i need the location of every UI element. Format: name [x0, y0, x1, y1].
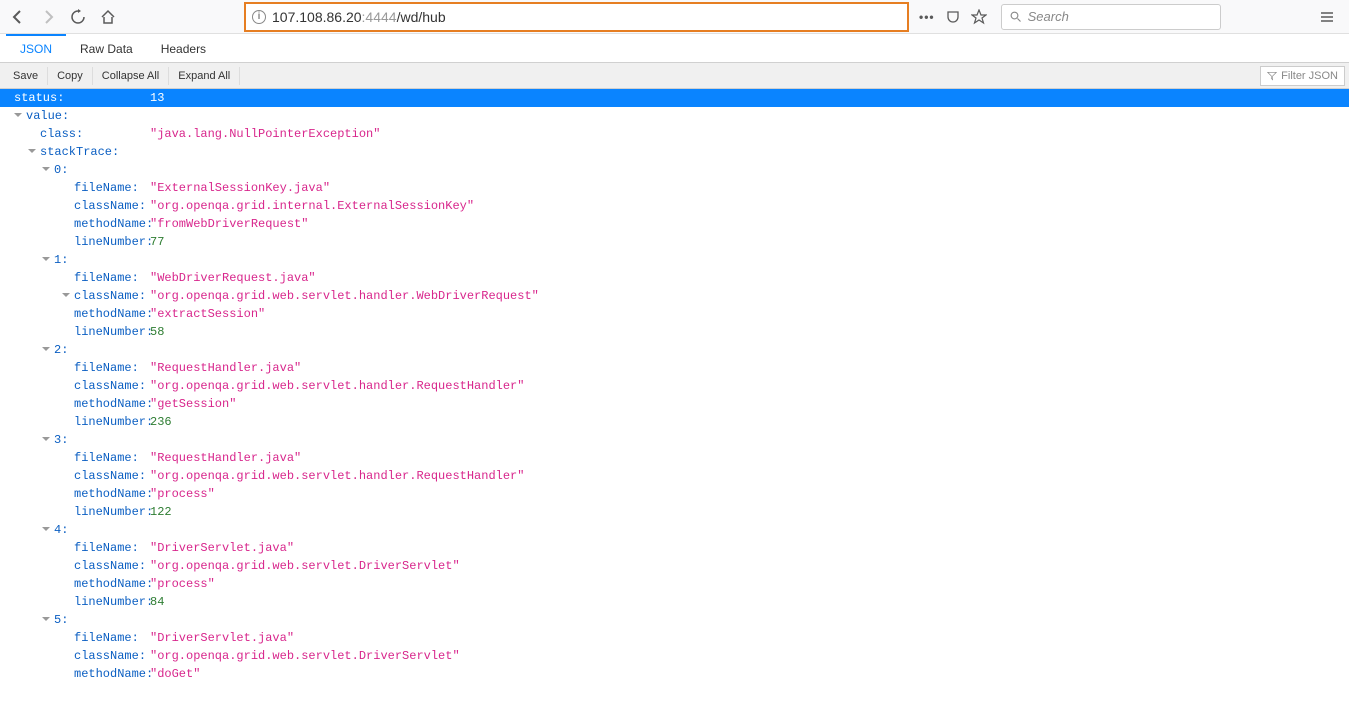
json-value: 77 — [150, 233, 164, 251]
expand-toggle-icon[interactable] — [42, 611, 52, 621]
json-value: "process" — [150, 575, 215, 593]
search-box[interactable]: Search — [1001, 4, 1221, 30]
json-row-field[interactable]: fileName "DriverServlet.java" — [0, 629, 1349, 647]
home-button[interactable] — [94, 3, 122, 31]
json-row-field[interactable]: className "org.openqa.grid.internal.Exte… — [0, 197, 1349, 215]
json-row-array-index[interactable]: 4 — [0, 521, 1349, 539]
json-value: "org.openqa.grid.web.servlet.handler.Req… — [150, 377, 524, 395]
expand-toggle-icon[interactable] — [42, 341, 52, 351]
view-tabs: JSON Raw Data Headers — [0, 34, 1349, 63]
json-value: 58 — [150, 323, 164, 341]
json-value: "org.openqa.grid.web.servlet.DriverServl… — [150, 647, 460, 665]
json-row-field[interactable]: lineNumber 58 — [0, 323, 1349, 341]
json-row-array-index[interactable]: 0 — [0, 161, 1349, 179]
json-row-field[interactable]: methodName "getSession" — [0, 395, 1349, 413]
expand-toggle-icon[interactable] — [42, 251, 52, 261]
json-value: "java.lang.NullPointerException" — [150, 125, 380, 143]
json-row-status[interactable]: status 13 — [0, 89, 1349, 107]
json-value: "process" — [150, 485, 215, 503]
save-button[interactable]: Save — [4, 67, 48, 85]
json-value: "DriverServlet.java" — [150, 629, 294, 647]
json-value: "RequestHandler.java" — [150, 449, 301, 467]
json-row-field[interactable]: fileName "RequestHandler.java" — [0, 449, 1349, 467]
json-row-class[interactable]: class "java.lang.NullPointerException" — [0, 125, 1349, 143]
bookmark-star-icon[interactable] — [971, 9, 987, 25]
json-row-field[interactable]: methodName "process" — [0, 575, 1349, 593]
json-value: "ExternalSessionKey.java" — [150, 179, 330, 197]
json-row-field[interactable]: className "org.openqa.grid.web.servlet.h… — [0, 377, 1349, 395]
expand-toggle-icon[interactable] — [14, 107, 24, 117]
expand-toggle-icon[interactable] — [28, 143, 38, 153]
json-value: 122 — [150, 503, 172, 521]
json-value: "fromWebDriverRequest" — [150, 215, 308, 233]
json-value: "org.openqa.grid.web.servlet.handler.Web… — [150, 287, 539, 305]
json-row-field[interactable]: methodName "fromWebDriverRequest" — [0, 215, 1349, 233]
json-row-field[interactable]: className "org.openqa.grid.web.servlet.h… — [0, 467, 1349, 485]
collapse-all-button[interactable]: Collapse All — [93, 67, 169, 85]
json-row-field[interactable]: className "org.openqa.grid.web.servlet.D… — [0, 647, 1349, 665]
json-row-field[interactable]: className "org.openqa.grid.web.servlet.D… — [0, 557, 1349, 575]
expand-toggle-icon[interactable] — [42, 161, 52, 171]
menu-button[interactable] — [1313, 3, 1341, 31]
tab-headers[interactable]: Headers — [147, 34, 220, 62]
json-value: "getSession" — [150, 395, 236, 413]
filter-json-input[interactable]: Filter JSON — [1260, 66, 1345, 86]
json-row-field[interactable]: lineNumber 84 — [0, 593, 1349, 611]
json-value: "doGet" — [150, 665, 200, 683]
json-row-array-index[interactable]: 2 — [0, 341, 1349, 359]
reload-button[interactable] — [64, 3, 92, 31]
json-value: "org.openqa.grid.web.servlet.DriverServl… — [150, 557, 460, 575]
search-icon — [1010, 11, 1022, 23]
expand-toggle-icon[interactable] — [42, 521, 52, 531]
expand-all-button[interactable]: Expand All — [169, 67, 240, 85]
json-value: "DriverServlet.java" — [150, 539, 294, 557]
json-row-value[interactable]: value — [0, 107, 1349, 125]
json-value: "RequestHandler.java" — [150, 359, 301, 377]
json-row-field[interactable]: lineNumber 236 — [0, 413, 1349, 431]
json-row-field[interactable]: methodName "process" — [0, 485, 1349, 503]
expand-toggle-icon[interactable] — [42, 431, 52, 441]
filter-placeholder: Filter JSON — [1281, 70, 1338, 82]
page-actions-icon[interactable]: ••• — [919, 10, 935, 24]
back-button[interactable] — [4, 3, 32, 31]
expand-toggle-icon[interactable] — [62, 287, 72, 297]
json-row-array-index[interactable]: 5 — [0, 611, 1349, 629]
json-row-array-index[interactable]: 1 — [0, 251, 1349, 269]
json-row-field[interactable]: methodName "extractSession" — [0, 305, 1349, 323]
reader-shield-icon[interactable] — [945, 9, 961, 25]
json-value: "org.openqa.grid.internal.ExternalSessio… — [150, 197, 474, 215]
json-row-field[interactable]: fileName "ExternalSessionKey.java" — [0, 179, 1349, 197]
json-value: 13 — [150, 89, 164, 107]
json-value: "org.openqa.grid.web.servlet.handler.Req… — [150, 467, 524, 485]
json-row-field[interactable]: fileName "WebDriverRequest.java" — [0, 269, 1349, 287]
info-icon[interactable]: i — [252, 10, 266, 24]
json-row-stacktrace[interactable]: stackTrace — [0, 143, 1349, 161]
json-row-field[interactable]: className "org.openqa.grid.web.servlet.h… — [0, 287, 1349, 305]
json-value: "WebDriverRequest.java" — [150, 269, 316, 287]
json-action-bar: Save Copy Collapse All Expand All Filter… — [0, 63, 1349, 89]
search-placeholder: Search — [1028, 9, 1069, 24]
json-value: 236 — [150, 413, 172, 431]
json-row-field[interactable]: lineNumber 122 — [0, 503, 1349, 521]
json-tree: status 13 value class "java.lang.NullPoi… — [0, 89, 1349, 691]
nav-toolbar: i 107.108.86.20:4444/wd/hub ••• Search — [0, 0, 1349, 34]
json-value: "extractSession" — [150, 305, 265, 323]
json-row-field[interactable]: fileName "RequestHandler.java" — [0, 359, 1349, 377]
tab-raw-data[interactable]: Raw Data — [66, 34, 147, 62]
tab-json[interactable]: JSON — [6, 34, 66, 62]
json-row-field[interactable]: lineNumber 77 — [0, 233, 1349, 251]
filter-icon — [1267, 71, 1277, 81]
json-row-field[interactable]: fileName "DriverServlet.java" — [0, 539, 1349, 557]
json-value: 84 — [150, 593, 164, 611]
copy-button[interactable]: Copy — [48, 67, 93, 85]
json-row-field[interactable]: methodName "doGet" — [0, 665, 1349, 683]
forward-button — [34, 3, 62, 31]
url-text: 107.108.86.20:4444/wd/hub — [272, 9, 446, 25]
urlbar-actions: ••• — [919, 9, 987, 25]
json-row-array-index[interactable]: 3 — [0, 431, 1349, 449]
url-bar[interactable]: i 107.108.86.20:4444/wd/hub — [244, 2, 909, 32]
